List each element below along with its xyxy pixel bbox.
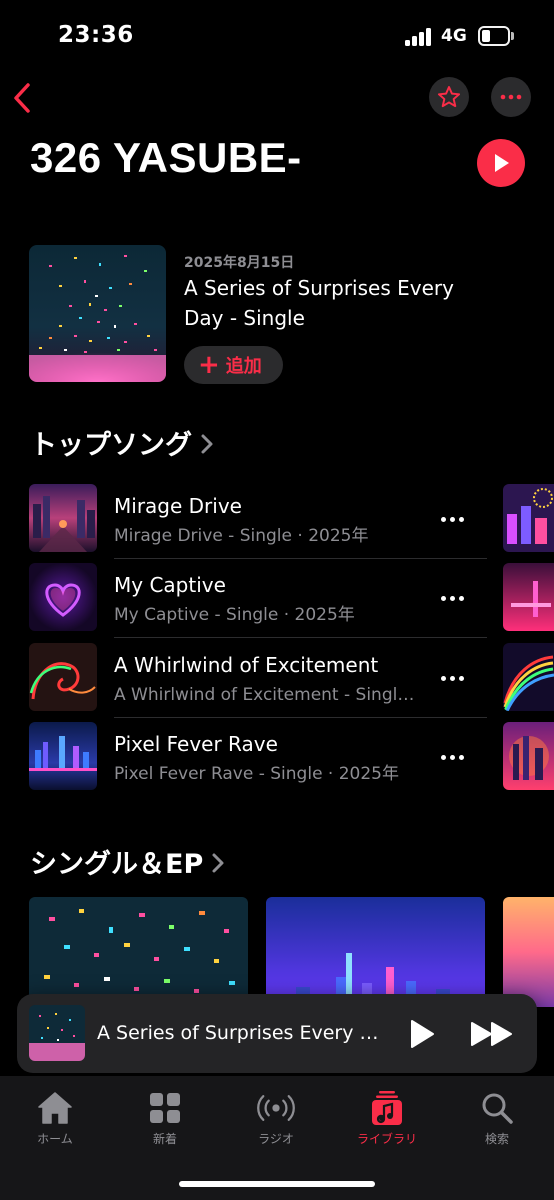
singles-title: シングル＆EP <box>30 849 204 880</box>
song-artwork <box>29 563 97 631</box>
chevron-right-icon <box>212 853 224 873</box>
song-row[interactable]: Pixel Fever Rave Pixel Fever Rave - Sing… <box>29 722 487 802</box>
song-more-button[interactable] <box>439 665 465 691</box>
latest-release-artwork[interactable] <box>29 245 166 382</box>
song-artwork <box>29 484 97 552</box>
divider <box>114 637 487 638</box>
single-artwork[interactable] <box>29 897 248 1007</box>
favorite-button[interactable] <box>429 77 469 117</box>
single-artwork[interactable] <box>266 897 485 1007</box>
star-icon <box>437 86 461 108</box>
tab-new[interactable]: 新着 <box>115 1090 215 1150</box>
play-all-button[interactable] <box>477 139 525 187</box>
song-artwork <box>29 643 97 711</box>
play-icon <box>411 1020 434 1048</box>
song-title: My Captive <box>114 573 226 597</box>
song-artwork <box>29 722 97 790</box>
release-title[interactable]: A Series of Surprises Every Day - Single <box>184 273 484 333</box>
back-button[interactable] <box>8 80 38 116</box>
mini-play-button[interactable] <box>405 1018 437 1050</box>
song-subtitle: Mirage Drive - Single · 2025年 <box>114 526 369 546</box>
search-icon <box>482 1093 513 1124</box>
song-subtitle: Pixel Fever Rave - Single · 2025年 <box>114 764 399 784</box>
song-more-button[interactable] <box>439 506 465 532</box>
status-time: 23:36 <box>58 22 134 48</box>
song-artwork-peek[interactable] <box>503 484 554 552</box>
tab-label: ライブラリ <box>356 1132 417 1146</box>
single-artwork-peek[interactable] <box>503 897 554 1007</box>
artist-name: 326 YASUBE- <box>30 134 302 181</box>
plus-icon: + <box>198 350 220 380</box>
add-to-library-button[interactable]: + 追加 <box>184 346 283 384</box>
tab-label: 新着 <box>152 1132 177 1146</box>
song-artwork-peek[interactable] <box>503 643 554 711</box>
chevron-right-icon <box>201 434 213 454</box>
status-bar: 23:36 4G <box>0 0 554 70</box>
song-more-button[interactable] <box>439 585 465 611</box>
network-label: 4G <box>441 26 467 46</box>
release-date: 2025年8月15日 <box>184 255 295 271</box>
song-row[interactable]: Mirage Drive Mirage Drive - Single · 202… <box>29 484 487 564</box>
signal-icon <box>405 28 435 46</box>
divider <box>114 558 487 559</box>
home-icon <box>38 1092 72 1124</box>
song-row[interactable]: A Whirlwind of Excitement A Whirlwind of… <box>29 643 487 723</box>
song-row[interactable]: My Captive My Captive - Single · 2025年 <box>29 563 487 643</box>
song-title: Mirage Drive <box>114 494 242 518</box>
library-icon <box>372 1091 402 1125</box>
top-songs-header[interactable]: トップソング <box>30 423 214 462</box>
tab-label: 検索 <box>484 1132 509 1146</box>
more-options-button[interactable] <box>491 77 531 117</box>
chevron-left-icon <box>14 83 30 113</box>
fast-forward-button[interactable] <box>469 1018 517 1050</box>
ellipsis-icon <box>500 94 522 100</box>
song-title: Pixel Fever Rave <box>114 732 278 756</box>
tab-label: ホーム <box>37 1132 73 1146</box>
play-icon <box>495 154 509 172</box>
top-songs-title: トップソング <box>30 430 192 461</box>
song-title: A Whirlwind of Excitement <box>114 653 379 677</box>
song-subtitle: A Whirlwind of Excitement - Single · 202… <box>114 685 419 705</box>
song-artwork-peek[interactable] <box>503 722 554 790</box>
now-playing-artwork <box>29 1005 85 1061</box>
song-subtitle: My Captive - Single · 2025年 <box>114 605 355 625</box>
mini-player[interactable]: A Series of Surprises Every Day - Single <box>17 994 537 1073</box>
tab-library[interactable]: ライブラリ <box>337 1090 437 1150</box>
divider <box>114 717 487 718</box>
song-artwork-peek[interactable] <box>503 563 554 631</box>
fast-forward-icon <box>471 1022 512 1046</box>
song-more-button[interactable] <box>439 744 465 770</box>
tab-search[interactable]: 検索 <box>447 1090 547 1150</box>
tab-home[interactable]: ホーム <box>5 1090 105 1150</box>
grid-icon <box>150 1093 180 1123</box>
add-label: 追加 <box>225 356 262 377</box>
home-indicator <box>179 1181 375 1187</box>
tab-label: ラジオ <box>258 1132 294 1146</box>
tab-radio[interactable]: ラジオ <box>226 1090 326 1150</box>
now-playing-title: A Series of Surprises Every Day - Single <box>97 1022 389 1044</box>
singles-header[interactable]: シングル＆EP <box>30 842 225 881</box>
battery-icon <box>478 26 514 46</box>
radio-icon <box>257 1095 295 1121</box>
